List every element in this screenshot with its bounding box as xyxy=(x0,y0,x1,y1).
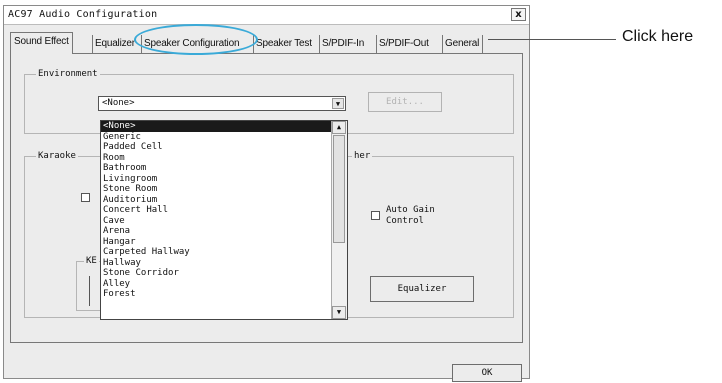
environment-option[interactable]: Hallway xyxy=(101,258,332,269)
tab-speaker-test[interactable]: Speaker Test xyxy=(253,35,312,53)
environment-option[interactable]: Stone Room xyxy=(101,184,332,195)
environment-option[interactable]: Stone Corridor xyxy=(101,268,332,279)
environment-group-label: Environment xyxy=(36,69,100,79)
environment-option[interactable]: Padded Cell xyxy=(101,142,332,153)
callout-line xyxy=(488,39,616,40)
environment-option[interactable]: Carpeted Hallway xyxy=(101,247,332,258)
chevron-up-icon[interactable]: ▲ xyxy=(332,121,346,134)
auto-gain-checkbox[interactable] xyxy=(371,211,380,220)
environment-option[interactable]: Bathroom xyxy=(101,163,332,174)
environment-option[interactable]: Livingroom xyxy=(101,174,332,185)
environment-option[interactable]: Concert Hall xyxy=(101,205,332,216)
karaoke-checkbox[interactable] xyxy=(81,193,90,202)
environment-option[interactable]: Generic xyxy=(101,132,332,143)
highlight-ellipse xyxy=(134,24,258,55)
window-title: AC97 Audio Configuration xyxy=(8,9,158,20)
key-slider-track[interactable] xyxy=(89,276,90,306)
key-group-label: KE xyxy=(84,256,99,266)
title-bar[interactable]: AC97 Audio Configuration x xyxy=(4,6,529,25)
environment-select[interactable]: <None> ▼ xyxy=(98,96,346,111)
ok-button[interactable]: OK xyxy=(452,364,522,382)
environment-options: <None> Generic Padded Cell Room Bathroom Livi… xyxy=(101,121,332,300)
environment-dropdown-list[interactable]: <None> Generic Padded Cell Room Bathroom Livi… xyxy=(100,120,348,320)
environment-option[interactable]: Alley xyxy=(101,279,332,290)
tab-spdif-out[interactable]: S/PDIF-Out xyxy=(376,35,429,53)
tab-strip: Sound Effect Equalizer Speaker Configura… xyxy=(10,30,523,54)
environment-option[interactable]: Hangar xyxy=(101,237,332,248)
environment-option[interactable]: Room xyxy=(101,153,332,164)
dialog-window: AC97 Audio Configuration x Sound Effect … xyxy=(3,5,530,382)
tab-equalizer[interactable]: Equalizer xyxy=(92,35,135,53)
scrollbar-thumb[interactable] xyxy=(333,135,345,243)
environment-select-value: <None> xyxy=(102,98,135,108)
edit-button[interactable]: Edit... xyxy=(368,92,442,112)
equalizer-button[interactable]: Equalizer xyxy=(370,276,474,302)
dropdown-scrollbar[interactable]: ▲ ▼ xyxy=(331,121,347,319)
close-button[interactable]: x xyxy=(511,8,526,21)
tab-spdif-in[interactable]: S/PDIF-In xyxy=(319,35,364,53)
environment-option[interactable]: Auditorium xyxy=(101,195,332,206)
other-group-label: her xyxy=(352,151,373,161)
callout-text: Click here xyxy=(622,28,694,45)
auto-gain-label-line1: Auto Gain xyxy=(386,205,435,215)
chevron-down-icon[interactable]: ▼ xyxy=(332,98,344,109)
environment-option[interactable]: Cave xyxy=(101,216,332,227)
tab-general[interactable]: General xyxy=(442,35,484,53)
environment-option[interactable]: Arena xyxy=(101,226,332,237)
chevron-down-icon[interactable]: ▼ xyxy=(332,306,346,319)
environment-option[interactable]: <None> xyxy=(101,121,332,132)
auto-gain-label-line2: Control xyxy=(386,216,424,226)
environment-option[interactable]: Forest xyxy=(101,289,332,300)
tab-sound-effect[interactable]: Sound Effect xyxy=(10,32,73,54)
karaoke-group-label: Karaoke xyxy=(36,151,78,161)
